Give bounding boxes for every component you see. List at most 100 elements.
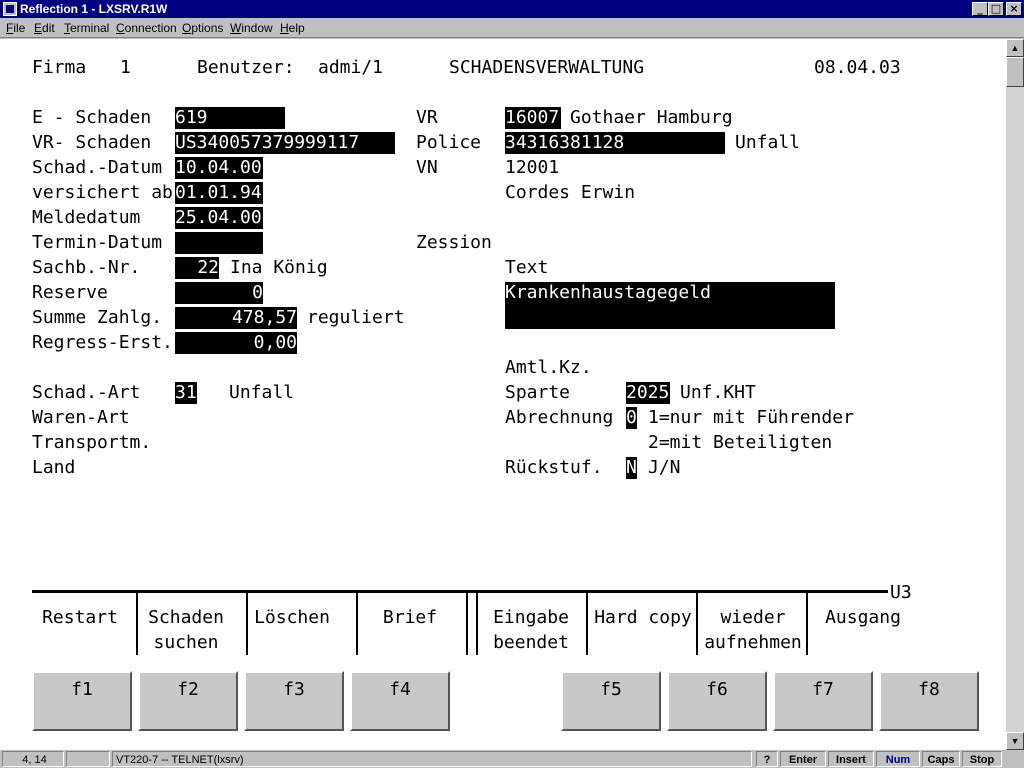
versichert-field[interactable]: 01.01.94	[175, 182, 263, 204]
stop-indicator[interactable]: Stop	[962, 751, 1002, 767]
schad-datum-label: Schad.-Datum	[32, 157, 163, 178]
softkey-divider	[696, 593, 698, 655]
scroll-thumb[interactable]	[1006, 57, 1024, 87]
softkey-restart[interactable]: Restart	[32, 607, 128, 629]
minimize-button[interactable]: _	[972, 2, 988, 16]
status-field-empty	[66, 751, 110, 767]
vn-label: VN	[416, 157, 438, 178]
e-schaden-field[interactable]: 619	[175, 107, 285, 129]
vr-code-field[interactable]: 16007	[505, 107, 561, 129]
sparte-text: Unf.KHT	[680, 382, 756, 403]
vr-label: VR	[416, 107, 438, 128]
vr-name: Gothaer Hamburg	[570, 107, 733, 128]
meldedatum-label: Meldedatum	[32, 207, 141, 228]
benutzer-value: admi/1	[318, 57, 384, 78]
softkey-eingabe-beendet-line2[interactable]: beendet	[480, 632, 582, 654]
enter-indicator[interactable]: Enter	[780, 751, 826, 767]
cursor-position: 4, 14	[2, 751, 64, 767]
police-field[interactable]: 34316381128	[505, 132, 725, 154]
f7-key[interactable]: f7	[773, 671, 873, 731]
scroll-down-icon[interactable]: ▼	[1006, 732, 1024, 750]
schad-art-text: Unfall	[229, 382, 295, 403]
softkey-brief[interactable]: Brief	[360, 607, 460, 629]
window-title: Reflection 1 - LXSRV.R1W	[20, 2, 168, 16]
menu-terminal[interactable]: Terminal	[64, 18, 109, 38]
screen-title: SCHADENSVERWALTUNG	[449, 57, 645, 78]
versichert-label: versichert ab	[32, 182, 173, 203]
vertical-scrollbar[interactable]: ▲ ▼	[1006, 39, 1024, 750]
f8-key[interactable]: f8	[879, 671, 979, 731]
session-info: VT220-7 -- TELNET(lxsrv)	[112, 751, 752, 767]
text-field[interactable]: Krankenhaustagegeld	[505, 282, 835, 304]
softkey-wieder-aufnehmen[interactable]: wieder	[700, 607, 806, 629]
f1-key[interactable]: f1	[32, 671, 132, 731]
e-schaden-label: E - Schaden	[32, 107, 152, 128]
maximize-button[interactable]: □	[988, 2, 1004, 16]
screen-id: U3	[890, 582, 912, 603]
menu-edit[interactable]: Edit	[34, 18, 55, 38]
softkey-hard-copy[interactable]: Hard copy	[590, 607, 696, 629]
help-indicator[interactable]: ?	[756, 751, 778, 767]
terminal-screen[interactable]: Firma 1 Benutzer: admi/1 SCHADENSVERWALT…	[0, 39, 1006, 750]
f4-key[interactable]: f4	[350, 671, 450, 731]
softkey-schaden-suchen[interactable]: Schaden	[138, 607, 234, 629]
softkey-divider	[356, 593, 358, 655]
schad-art-label: Schad.-Art	[32, 382, 141, 403]
sachb-label: Sachb.-Nr.	[32, 257, 141, 278]
sachb-nr-field[interactable]: 22	[175, 257, 219, 279]
vr-schaden-field[interactable]: US340057379999117	[175, 132, 395, 154]
softkey-schaden-suchen-line2[interactable]: suchen	[138, 632, 234, 654]
zession-label: Zession	[416, 232, 492, 253]
abrechnung-option-1: 1=nur mit Führender	[648, 407, 854, 428]
menu-file[interactable]: File	[6, 18, 25, 38]
app-icon[interactable]	[3, 2, 17, 16]
scroll-up-icon[interactable]: ▲	[1006, 39, 1024, 57]
title-bar: Reflection 1 - LXSRV.R1W _ □ ×	[0, 0, 1024, 18]
regress-field[interactable]: 0,00	[175, 332, 297, 354]
schad-datum-field[interactable]: 10.04.00	[175, 157, 263, 179]
softkey-eingabe-beendet[interactable]: Eingabe	[480, 607, 582, 629]
softkey-divider	[476, 593, 478, 655]
text-label: Text	[505, 257, 549, 278]
softkey-wieder-aufnehmen-line2[interactable]: aufnehmen	[700, 632, 806, 654]
vr-schaden-label: VR- Schaden	[32, 132, 152, 153]
status-bar: 4, 14 VT220-7 -- TELNET(lxsrv) ? Enter I…	[0, 750, 1024, 768]
police-label: Police	[416, 132, 482, 153]
softkey-divider	[466, 593, 468, 655]
termin-field[interactable]	[175, 232, 263, 254]
menu-help[interactable]: Help	[280, 18, 305, 38]
sachb-name: Ina König	[230, 257, 328, 278]
sparte-label: Sparte	[505, 382, 571, 403]
transport-label: Transportm.	[32, 432, 152, 453]
land-label: Land	[32, 457, 76, 478]
regress-label: Regress-Erst.	[32, 332, 173, 353]
meldedatum-field[interactable]: 25.04.00	[175, 207, 263, 229]
f6-key[interactable]: f6	[667, 671, 767, 731]
rueckstuf-label: Rückstuf.	[505, 457, 603, 478]
close-button[interactable]: ×	[1006, 2, 1022, 16]
menu-options[interactable]: Options	[182, 18, 223, 38]
menu-window[interactable]: Window	[230, 18, 273, 38]
summe-field[interactable]: 478,57	[175, 307, 297, 329]
abrechnung-option-2: 2=mit Beteiligten	[648, 432, 833, 453]
reserve-field[interactable]: 0	[175, 282, 263, 304]
schad-art-field[interactable]: 31	[175, 382, 197, 404]
abrechnung-field[interactable]: 0	[626, 407, 637, 429]
vn-name: Cordes Erwin	[505, 182, 636, 203]
f3-key[interactable]: f3	[244, 671, 344, 731]
rueckstuf-field[interactable]: N	[626, 457, 637, 479]
sparte-field[interactable]: 2025	[626, 382, 670, 404]
summe-status: reguliert	[307, 307, 405, 328]
termin-label: Termin-Datum	[32, 232, 163, 253]
amtl-label: Amtl.Kz.	[505, 357, 592, 378]
f2-key[interactable]: f2	[138, 671, 238, 731]
softkey-loeschen[interactable]: Löschen	[244, 607, 340, 629]
vn-value: 12001	[505, 157, 560, 178]
softkey-ausgang[interactable]: Ausgang	[810, 607, 916, 629]
menu-connection[interactable]: Connection	[116, 18, 177, 38]
softkey-divider	[136, 593, 138, 655]
f5-key[interactable]: f5	[561, 671, 661, 731]
insert-indicator[interactable]: Insert	[828, 751, 874, 767]
softkey-divider	[806, 593, 808, 655]
softkey-divider	[586, 593, 588, 655]
